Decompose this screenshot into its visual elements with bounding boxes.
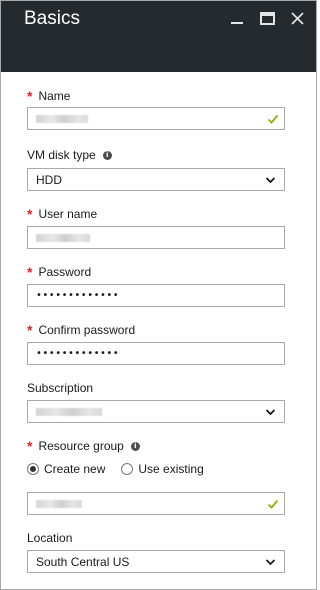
chevron-down-icon — [265, 409, 276, 416]
resource-group-value — [36, 499, 82, 508]
chevron-down-icon — [265, 559, 276, 566]
radio-unselected-icon — [121, 463, 134, 475]
password-field[interactable]: ••••••••••••• — [27, 284, 285, 307]
valid-check-icon — [267, 499, 279, 509]
resource-group-field[interactable] — [27, 492, 285, 515]
location-value: South Central US — [36, 554, 130, 569]
radio-use-existing[interactable]: Use existing — [121, 462, 204, 476]
required-asterisk: * — [27, 264, 33, 280]
user-name-field[interactable] — [27, 226, 285, 249]
confirm-password-value: ••••••••••••• — [36, 348, 120, 359]
disk-type-value: HDD — [36, 172, 62, 187]
radio-selected-icon — [27, 463, 39, 475]
window-controls — [228, 9, 306, 27]
required-asterisk: * — [27, 438, 33, 454]
name-field[interactable] — [27, 107, 285, 130]
location-label: Location — [27, 531, 73, 545]
confirm-password-label: * Confirm password — [27, 322, 136, 338]
resource-group-options: Create new Use existing — [27, 461, 204, 477]
minimize-icon[interactable] — [228, 9, 246, 27]
password-label: * Password — [27, 264, 92, 280]
subscription-select[interactable] — [27, 400, 285, 423]
close-icon[interactable] — [288, 9, 306, 27]
name-label: * Name — [27, 88, 71, 104]
maximize-icon[interactable] — [258, 9, 276, 27]
user-name-value — [36, 233, 90, 242]
resource-group-label: * Resource group i — [27, 439, 140, 453]
basics-blade: Basics * Name VM disk type i HDD * User … — [0, 0, 317, 590]
info-icon[interactable]: i — [102, 150, 112, 160]
info-icon[interactable]: i — [130, 441, 140, 451]
name-value — [36, 114, 88, 123]
disk-type-select[interactable]: HDD — [27, 168, 285, 191]
user-name-label: * User name — [27, 206, 98, 222]
subscription-value — [36, 407, 102, 416]
required-asterisk: * — [27, 88, 33, 104]
required-asterisk: * — [27, 322, 33, 338]
blade-header: Basics — [1, 1, 316, 72]
confirm-password-field[interactable]: ••••••••••••• — [27, 342, 285, 365]
password-value: ••••••••••••• — [36, 290, 120, 301]
valid-check-icon — [267, 114, 279, 124]
location-select[interactable]: South Central US — [27, 550, 285, 573]
radio-create-new[interactable]: Create new — [27, 462, 105, 476]
required-asterisk: * — [27, 206, 33, 222]
blade-title: Basics — [24, 8, 80, 29]
chevron-down-icon — [265, 177, 276, 184]
subscription-label: Subscription — [27, 381, 94, 395]
disk-type-label: VM disk type i — [27, 148, 112, 162]
